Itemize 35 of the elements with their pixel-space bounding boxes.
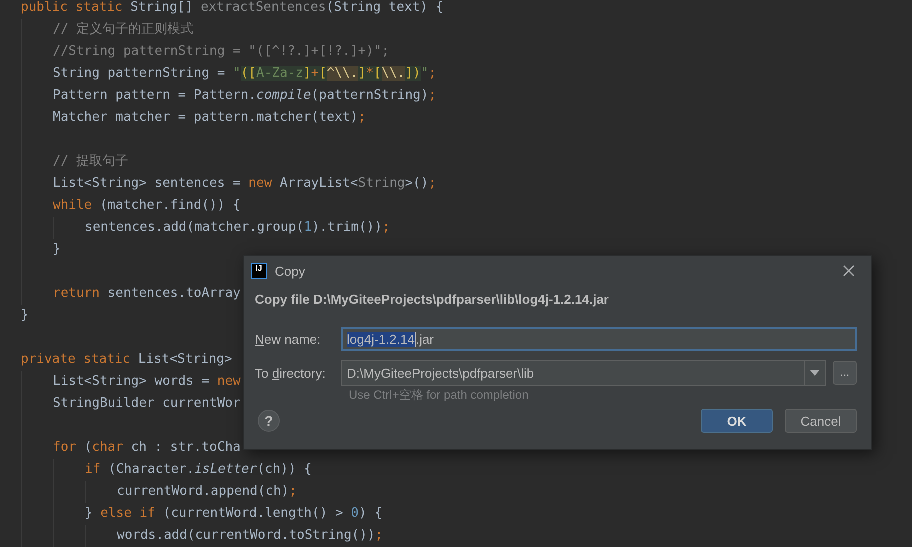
code-line: // 提取句子 [53,154,128,169]
code-line: if (Character.isLetter(ch)) { [85,462,312,477]
code-line: StringBuilder currentWor [53,396,241,411]
code-line: for (char ch : str.toCha [53,440,241,455]
name-field[interactable]: log4j-1.2.14.jar [341,327,857,351]
field-label: To directory: [255,366,327,380]
browse-button[interactable]: ... [833,361,857,385]
code-line: List<String> words = new [53,374,241,389]
code-line: String patternString = "([A-Za-z]+[^\\.]*[\\.])"; [53,66,437,81]
dropdown-arrow-icon[interactable] [810,370,820,376]
code-line: public static String[] extractSentences(String text) { [21,0,444,15]
app-logo: IJ [251,263,267,279]
code-line: sentences.add(matcher.group(1).trim()); [85,220,390,235]
code-line: private static List<String> [21,352,232,367]
hint-text: Use Ctrl+空格 for path completion [348,387,530,404]
field-label: New name: [255,332,322,346]
close-icon[interactable] [843,265,855,277]
code-line: } [21,308,29,323]
code-line: Pattern pattern = Pattern.compile(patternString); [53,88,437,103]
help-button[interactable]: ? [258,410,280,432]
code-line: // 定义句子的正则模式 [53,22,194,37]
code-line: currentWord.append(ch); [117,484,298,499]
code-line: Matcher matcher = pattern.matcher(text); [53,110,366,125]
dialog-button[interactable]: OK [701,409,773,433]
dialog-title: Copy [275,264,306,278]
code-line: //String patternString = "([^!?.]+[!?.]+)"; [53,44,390,59]
directory-combobox[interactable]: D:\MyGiteeProjects\pdfparser\lib [341,360,826,386]
code-line: List<String> sentences = new ArrayList<String>(); [53,176,437,191]
code-line: } else if (currentWord.length() > 0) { [85,506,382,521]
code-line: while (matcher.find()) { [53,198,241,213]
code-line: words.add(currentWord.toString()); [117,528,384,543]
code-line: return sentences.toArray [53,286,241,301]
code-line: } [53,242,61,257]
dialog-heading: Copy file D:\MyGiteeProjects\pdfparser\lib\log4j-1.2.14.jar [255,291,610,309]
dialog-button[interactable]: Cancel [785,409,857,433]
